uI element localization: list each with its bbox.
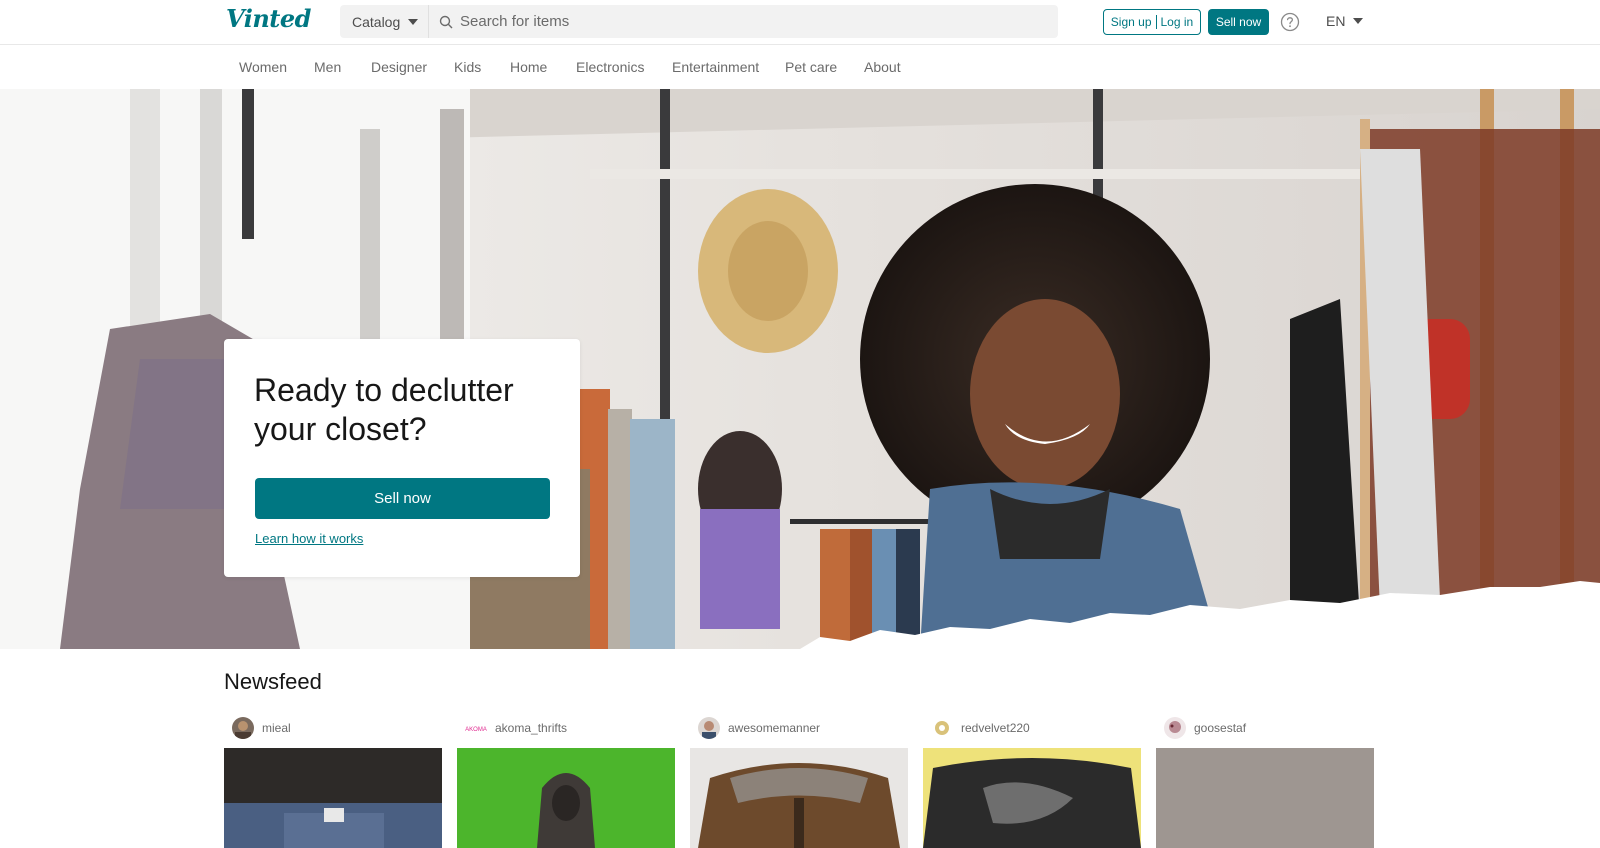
feed-card: AKOMA akoma_thrifts [457, 716, 675, 848]
catalog-dropdown[interactable]: Catalog [340, 5, 429, 38]
language-label: EN [1326, 13, 1346, 29]
feed-username: mieal [262, 721, 291, 735]
hero-banner: Ready to declutter your closet? Sell now… [0, 89, 1600, 649]
avatar [232, 717, 254, 739]
nav-item-home[interactable]: Home [510, 59, 547, 75]
hero-title: Ready to declutter your closet? [254, 372, 514, 447]
vinted-logo[interactable]: Vinted [226, 4, 311, 33]
top-header: Vinted Catalog Sign up Log in Sell now E… [0, 0, 1600, 45]
feed-card: goosestaf [1156, 716, 1374, 848]
feed-username: akoma_thrifts [495, 721, 568, 735]
nav-item-about[interactable]: About [864, 59, 901, 75]
avatar: AKOMA [465, 717, 487, 739]
nav-item-electronics[interactable]: Electronics [576, 59, 644, 75]
feed-card: mieal [224, 716, 442, 848]
learn-how-it-works-link[interactable]: Learn how it works [255, 531, 363, 546]
nav-item-pet-care[interactable]: Pet care [785, 59, 837, 75]
category-nav: Women Men Designer Kids Home Electronics… [0, 45, 1600, 89]
feed-user[interactable]: redvelvet220 [923, 716, 1141, 740]
item-photo[interactable] [923, 748, 1141, 848]
language-selector[interactable]: EN [1326, 13, 1364, 29]
search-input[interactable] [460, 6, 1058, 37]
feed-user[interactable]: goosestaf [1156, 716, 1374, 740]
feed-user[interactable]: AKOMA akoma_thrifts [457, 716, 675, 740]
avatar [931, 717, 953, 739]
feed-card: redvelvet220 [923, 716, 1141, 848]
item-photo[interactable] [690, 748, 908, 848]
login-link[interactable]: Log in [1161, 15, 1194, 29]
nav-item-men[interactable]: Men [314, 59, 341, 75]
feed-user[interactable]: awesomemanner [690, 716, 908, 740]
chevron-down-icon [1353, 18, 1364, 24]
nav-item-designer[interactable]: Designer [371, 59, 427, 75]
nav-item-women[interactable]: Women [239, 59, 287, 75]
sell-now-button[interactable]: Sell now [1208, 9, 1269, 35]
newsfeed-title: Newsfeed [224, 669, 322, 694]
feed-username: goosestaf [1194, 721, 1247, 735]
divider [1155, 15, 1157, 29]
feed-username: awesomemanner [728, 721, 821, 735]
help-icon[interactable] [1280, 12, 1300, 32]
search-icon [439, 15, 453, 28]
chevron-down-icon [408, 18, 419, 25]
feed-card: awesomemanner [690, 716, 908, 848]
hero-card: Ready to declutter your closet? Sell now… [224, 339, 580, 577]
item-photo[interactable] [224, 748, 442, 848]
search-bar: Catalog [340, 5, 1058, 38]
feed-username: redvelvet220 [961, 721, 1030, 735]
hero-sell-now-button[interactable]: Sell now [255, 478, 550, 519]
svg-text:AKOMA: AKOMA [465, 727, 487, 733]
item-photo[interactable] [457, 748, 675, 848]
item-photo[interactable] [1156, 748, 1374, 848]
nav-item-kids[interactable]: Kids [454, 59, 481, 75]
avatar [1164, 717, 1186, 739]
nav-item-entertainment[interactable]: Entertainment [672, 59, 759, 75]
signup-link[interactable]: Sign up [1111, 15, 1152, 29]
signup-login-button: Sign up Log in [1103, 9, 1201, 35]
avatar [698, 717, 720, 739]
feed-user[interactable]: mieal [224, 716, 442, 740]
catalog-label: Catalog [352, 13, 401, 30]
